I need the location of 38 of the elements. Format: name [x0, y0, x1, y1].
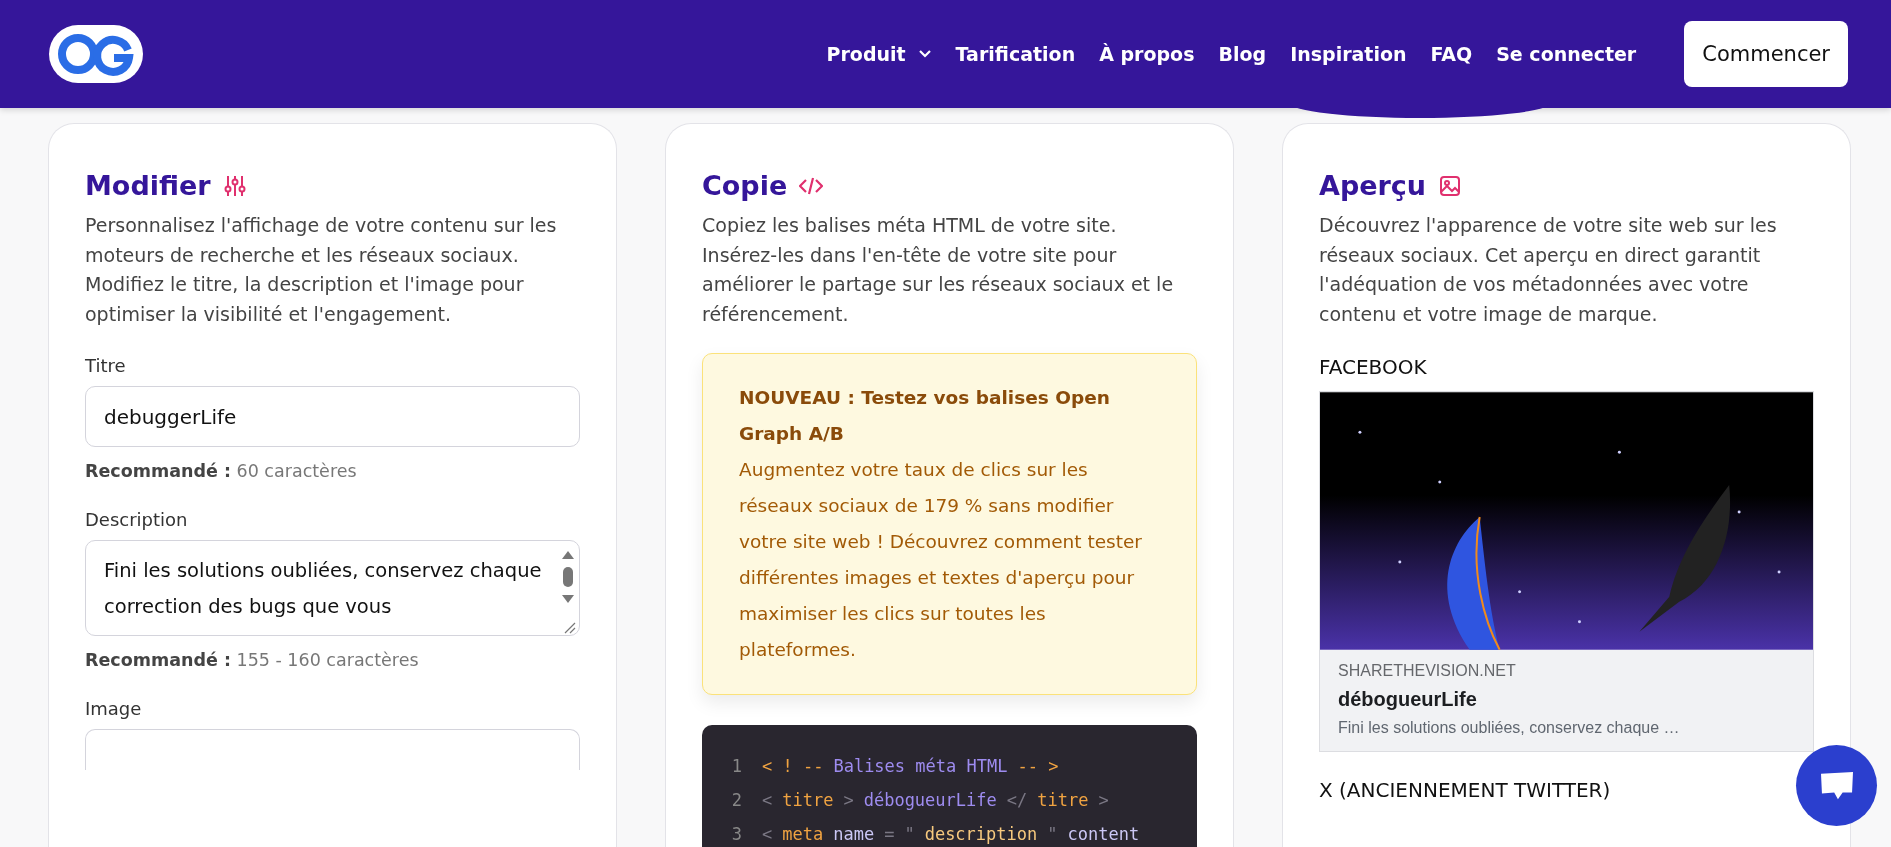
input-field[interactable]: debuggerLife [85, 386, 580, 447]
section-title: Modifier [85, 170, 211, 201]
nav-link[interactable]: Inspiration [1290, 43, 1407, 65]
section-title: Copie [702, 170, 788, 201]
line-number: 3 [730, 823, 742, 846]
hint-text: Recommandé : 155 - 160 caractères [85, 650, 420, 670]
nav-link[interactable]: Blog [1218, 43, 1267, 65]
section-description: Personnalisez l'affichage de votre contenu sur les moteurs de recherche et les réseaux sociaux. Modifiez le titre, la description et l'image pour optimiser la visibilité et l'engagement. [85, 213, 558, 327]
code-line: < meta name = " description " content [762, 823, 1141, 846]
field-label: Image [85, 698, 143, 719]
notice-text: Augmentez votre taux de clics sur les réseaux sociaux de 179 % sans modifier votre site web ! Découvrez comment tester différentes images et textes d'aperçu pour maximiser les clics sur toutes les plateformes. [739, 458, 1143, 662]
field-label: Titre [85, 355, 127, 376]
nav-link[interactable]: Tarification [955, 43, 1076, 65]
line-number: 1 [730, 755, 742, 778]
field-label: Description [85, 509, 189, 530]
preview-title: débogueurLife [1338, 688, 1478, 711]
text-area[interactable]: Fini les solutions oubliées, conservez chaque correction des bugs que vous [85, 540, 580, 636]
line-number: 2 [730, 789, 742, 812]
section-description: Copiez les balises méta HTML de votre site. Insérez-les dans l'en-tête de votre site pour améliorer le partage sur les réseaux sociaux et le référencement. [702, 213, 1175, 327]
chevron-down-icon [917, 49, 932, 59]
start-button[interactable]: Commencer [1684, 21, 1848, 87]
nav-link[interactable]: Produit [826, 43, 932, 65]
image-icon [1438, 173, 1463, 198]
platform-label: FACEBOOK [1319, 355, 1428, 379]
file-field[interactable] [85, 729, 580, 770]
platform-label: X (ANCIENNEMENT TWITTER) [1319, 778, 1612, 802]
preview-description: Fini les solutions oubliées, conservez chaque … [1338, 719, 1681, 737]
section-description: Découvrez l'apparence de votre site web sur les réseaux sociaux. Cet aperçu en direct garantit l'adéquation de vos métadonnées avec votre contenu et votre image de marque. [1319, 213, 1778, 327]
nav-link[interactable]: Se connecter [1496, 43, 1637, 65]
notice-heading: NOUVEAU : Testez vos balises Open Graph A/B [739, 386, 1111, 446]
preview-domain: SHARETHEVISION.NET [1338, 662, 1517, 680]
hint-text: Recommandé : 60 caractères [85, 461, 358, 481]
sliders-icon [222, 173, 247, 198]
section-title: Aperçu [1319, 170, 1427, 201]
code-line: < titre > débogueurLife </ titre > [762, 789, 1110, 812]
nav-link[interactable]: À propos [1099, 43, 1195, 65]
nav-link[interactable]: FAQ [1430, 43, 1473, 65]
code-line: < ! -- Balises méta HTML -- > [762, 755, 1060, 778]
